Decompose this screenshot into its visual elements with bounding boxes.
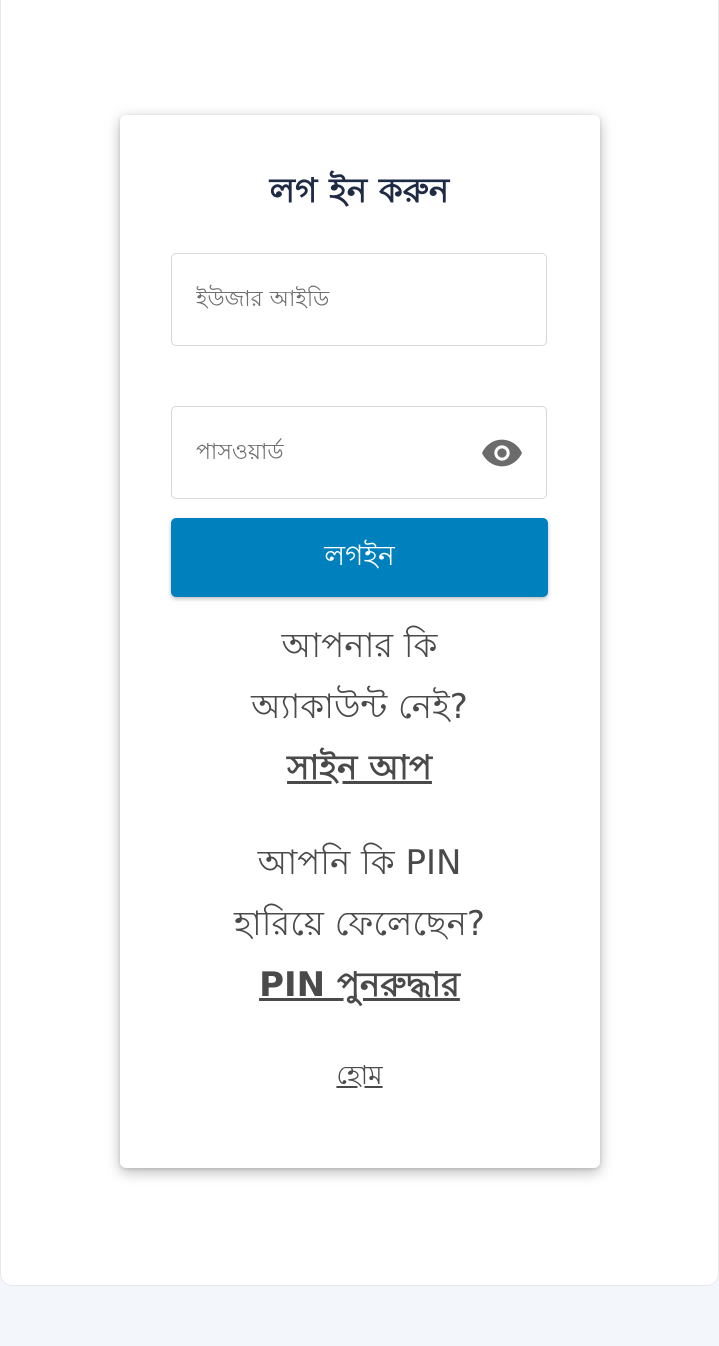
signup-question-line1: আপনার কি	[281, 626, 438, 666]
home-link[interactable]: হোম	[336, 1061, 382, 1091]
page-title: লগ ইন করুন	[269, 171, 450, 211]
userid-input[interactable]	[172, 254, 546, 345]
userid-field-container	[171, 253, 547, 346]
eye-icon[interactable]	[482, 439, 522, 467]
pin-recovery-section: আপনি কি PIN হারিয়ে ফেলেছেন? PIN পুনরুদ্…	[171, 833, 548, 1016]
signup-question-line2: অ্যাকাউন্ট নেই?	[251, 687, 468, 727]
pin-question-line2: হারিয়ে ফেলেছেন?	[234, 904, 485, 944]
pin-recovery-link[interactable]: PIN পুনরুদ্ধার	[259, 955, 460, 1016]
pin-question-line1: আপনি কি PIN	[257, 843, 462, 883]
signup-link[interactable]: সাইন আপ	[287, 738, 432, 799]
signup-section: আপনার কি অ্যাকাউন্ট নেই? সাইন আপ	[171, 616, 548, 799]
password-field-container	[171, 406, 547, 499]
login-button[interactable]: লগইন	[171, 518, 548, 597]
home-link-container: হোম	[0, 1056, 719, 1096]
